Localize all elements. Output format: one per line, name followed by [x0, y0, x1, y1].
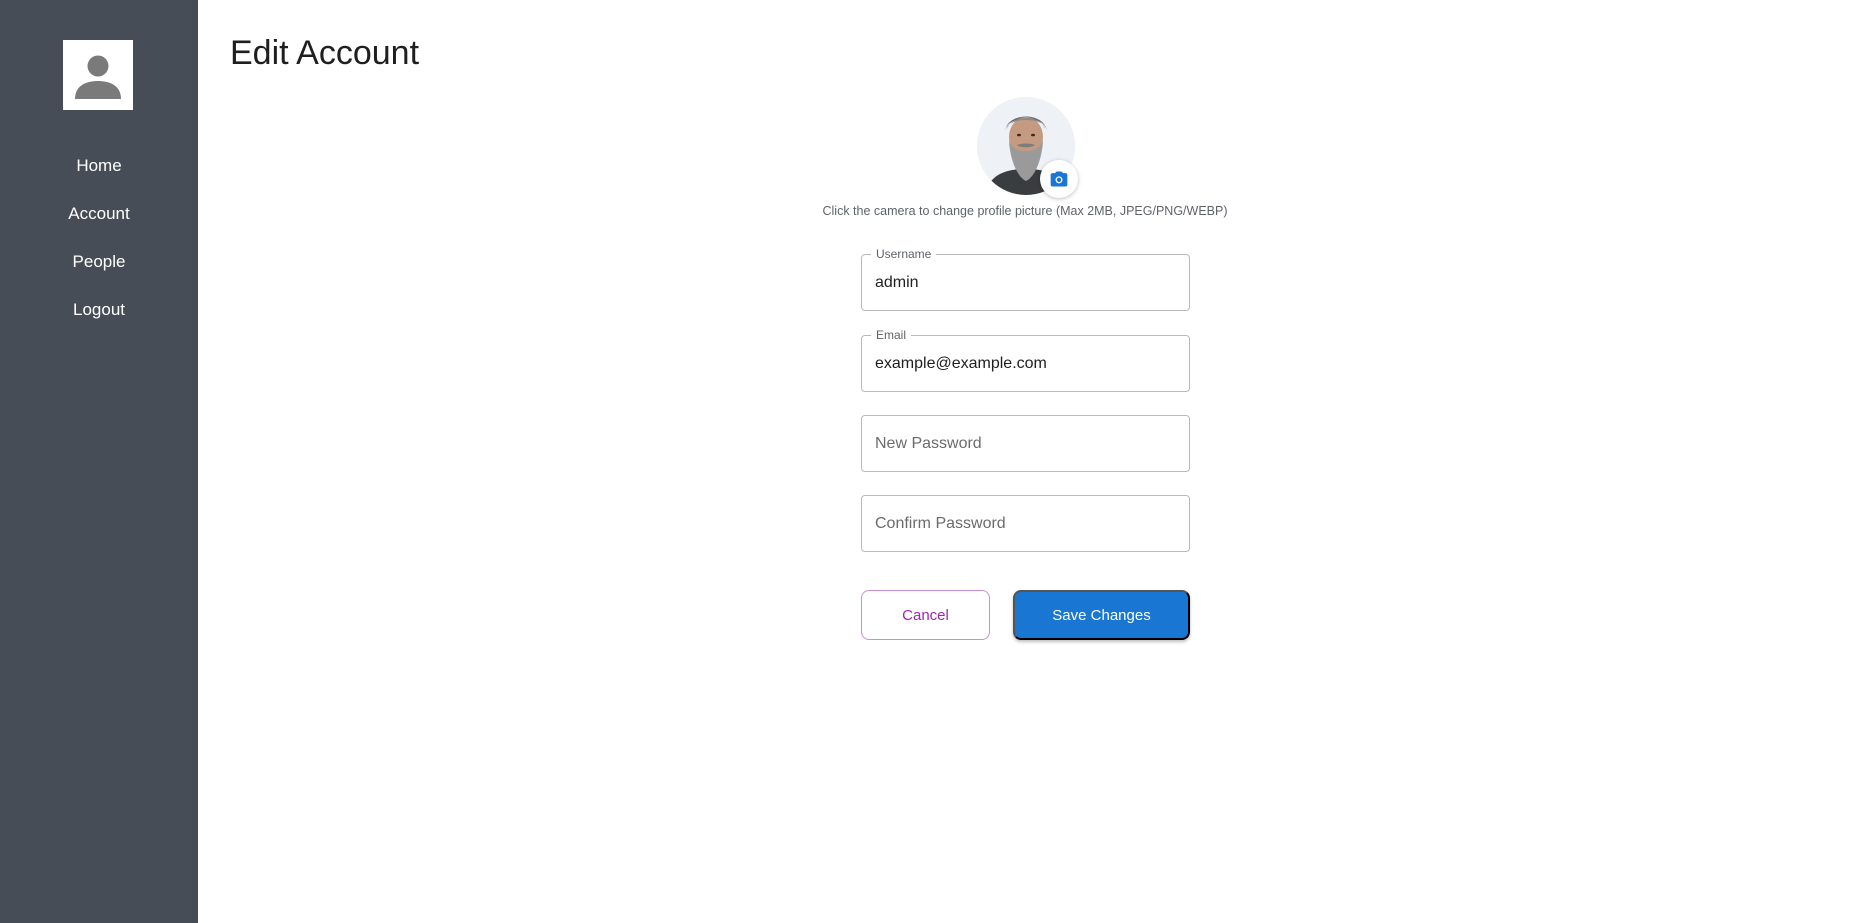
- sidebar-avatar: [63, 40, 133, 110]
- page-title: Edit Account: [230, 34, 420, 72]
- person-icon: [75, 55, 121, 99]
- username-field: Username: [861, 247, 1190, 311]
- confirm-password-field: [861, 495, 1190, 552]
- email-field: Email: [861, 328, 1190, 392]
- sidebar-item-home[interactable]: Home: [0, 155, 198, 177]
- username-input[interactable]: [875, 255, 1175, 310]
- new-password-field: [861, 415, 1190, 472]
- profile-picture-hint: Click the camera to change profile pictu…: [822, 204, 1228, 218]
- camera-icon: [1050, 171, 1068, 187]
- new-password-input[interactable]: [875, 416, 1175, 471]
- sidebar-item-account[interactable]: Account: [0, 203, 198, 225]
- sidebar: Home Account People Logout: [0, 0, 198, 923]
- email-input[interactable]: [875, 336, 1175, 391]
- cancel-button[interactable]: Cancel: [861, 590, 990, 640]
- sidebar-item-logout[interactable]: Logout: [0, 299, 198, 321]
- app-root: Home Account People Logout Edit Account: [0, 0, 1852, 923]
- change-photo-button[interactable]: [1040, 160, 1078, 198]
- profile-picture-wrapper: [977, 97, 1078, 198]
- confirm-password-input[interactable]: [875, 496, 1175, 551]
- save-changes-button[interactable]: Save Changes: [1013, 590, 1190, 640]
- sidebar-item-people[interactable]: People: [0, 251, 198, 273]
